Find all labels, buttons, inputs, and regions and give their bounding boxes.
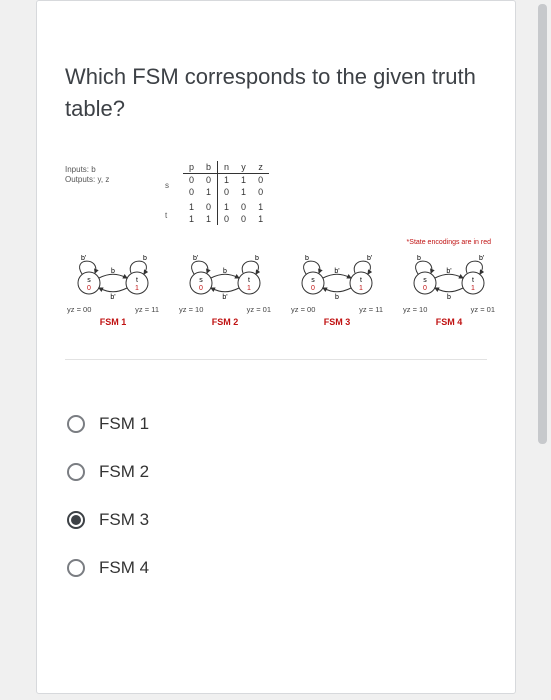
svg-text:b': b'	[193, 255, 198, 262]
svg-text:b: b	[305, 255, 309, 262]
fsm-caption: FSM 2	[173, 317, 277, 327]
svg-text:t: t	[472, 277, 474, 284]
svg-text:s: s	[87, 277, 91, 284]
svg-text:1: 1	[359, 285, 363, 292]
svg-text:b': b'	[334, 268, 339, 275]
option-3[interactable]: FSM 3	[65, 496, 487, 544]
table-row: 0 1 0 1 0	[183, 186, 269, 198]
svg-text:b': b'	[110, 294, 115, 301]
question-title: Which FSM corresponds to the given truth…	[65, 61, 487, 125]
question-card: Which FSM corresponds to the given truth…	[36, 0, 516, 694]
svg-text:b': b'	[222, 294, 227, 301]
fsm-caption: FSM 1	[61, 317, 165, 327]
scrollbar-thumb[interactable]	[538, 4, 547, 444]
th-p: p	[183, 161, 200, 174]
fsm-diagram-1: s 0 t 1 b' b b b' yz = 00 yz = 11 FSM 1	[61, 255, 165, 327]
fsm-diagram-2: s 0 t 1 b' b b b' yz = 10 yz = 01 FSM 2	[173, 255, 277, 327]
svg-text:b: b	[255, 255, 259, 262]
svg-text:1: 1	[247, 285, 251, 292]
svg-text:t: t	[248, 277, 250, 284]
answer-options: FSM 1 FSM 2 FSM 3 FSM 4	[65, 400, 487, 592]
svg-text:b': b'	[367, 255, 372, 262]
th-z: z	[252, 161, 269, 174]
svg-text:t: t	[136, 277, 138, 284]
svg-text:s: s	[311, 277, 315, 284]
enc-right: yz = 11	[359, 305, 383, 314]
option-label: FSM 4	[99, 558, 149, 578]
fsm-diagram-3: s 0 t 1 b b' b' b yz = 00 yz = 11 FSM 3	[285, 255, 389, 327]
svg-text:b: b	[447, 294, 451, 301]
svg-text:0: 0	[87, 285, 91, 292]
enc-right: yz = 01	[247, 305, 271, 314]
radio-icon[interactable]	[67, 463, 85, 481]
th-y: y	[235, 161, 252, 174]
th-b: b	[200, 161, 218, 174]
svg-text:b: b	[223, 268, 227, 275]
io-block: Inputs: b Outputs: y, z	[65, 165, 109, 186]
table-row: 1 1 0 0 1	[183, 213, 269, 225]
fsm-caption: FSM 4	[397, 317, 501, 327]
enc-left: yz = 10	[179, 305, 203, 314]
fsm-diagram-4: s 0 t 1 b b' b' b yz = 10 yz = 01 FSM 4	[397, 255, 501, 327]
state-encoding-note: *State encodings are in red	[407, 239, 491, 246]
svg-text:b: b	[417, 255, 421, 262]
svg-text:1: 1	[471, 285, 475, 292]
svg-text:0: 0	[311, 285, 315, 292]
row-label-t: t	[165, 211, 167, 220]
radio-icon[interactable]	[67, 559, 85, 577]
inputs-label: Inputs: b	[65, 165, 109, 175]
svg-text:b: b	[143, 255, 147, 262]
option-label: FSM 3	[99, 510, 149, 530]
option-2[interactable]: FSM 2	[65, 448, 487, 496]
svg-text:1: 1	[135, 285, 139, 292]
table-header-row: p b n y z	[183, 161, 269, 174]
svg-text:0: 0	[423, 285, 427, 292]
svg-text:b': b'	[81, 255, 86, 262]
truth-table: p b n y z 0 0 1 1 0 0 1 0 1 0 1	[183, 161, 269, 225]
radio-icon[interactable]	[67, 415, 85, 433]
table-row: 0 0 1 1 0	[183, 173, 269, 186]
option-4[interactable]: FSM 4	[65, 544, 487, 592]
svg-text:b': b'	[446, 268, 451, 275]
th-n: n	[218, 161, 236, 174]
option-1[interactable]: FSM 1	[65, 400, 487, 448]
svg-text:b: b	[111, 268, 115, 275]
svg-text:b: b	[335, 294, 339, 301]
table-row: 1 0 1 0 1	[183, 198, 269, 213]
outputs-label: Outputs: y, z	[65, 175, 109, 185]
fsm-caption: FSM 3	[285, 317, 389, 327]
enc-right: yz = 11	[135, 305, 159, 314]
svg-text:t: t	[360, 277, 362, 284]
enc-right: yz = 01	[471, 305, 495, 314]
svg-text:s: s	[423, 277, 427, 284]
fsm-row: s 0 t 1 b' b b b' yz = 00 yz = 11 FSM 1 …	[61, 255, 501, 327]
option-label: FSM 1	[99, 414, 149, 434]
row-label-s: s	[165, 181, 169, 190]
radio-icon[interactable]	[67, 511, 85, 529]
figure-area: Inputs: b Outputs: y, z s t p b n y z 0 …	[65, 165, 487, 360]
enc-left: yz = 00	[291, 305, 315, 314]
enc-left: yz = 00	[67, 305, 91, 314]
svg-text:b': b'	[479, 255, 484, 262]
svg-text:s: s	[199, 277, 203, 284]
enc-left: yz = 10	[403, 305, 427, 314]
option-label: FSM 2	[99, 462, 149, 482]
svg-text:0: 0	[199, 285, 203, 292]
